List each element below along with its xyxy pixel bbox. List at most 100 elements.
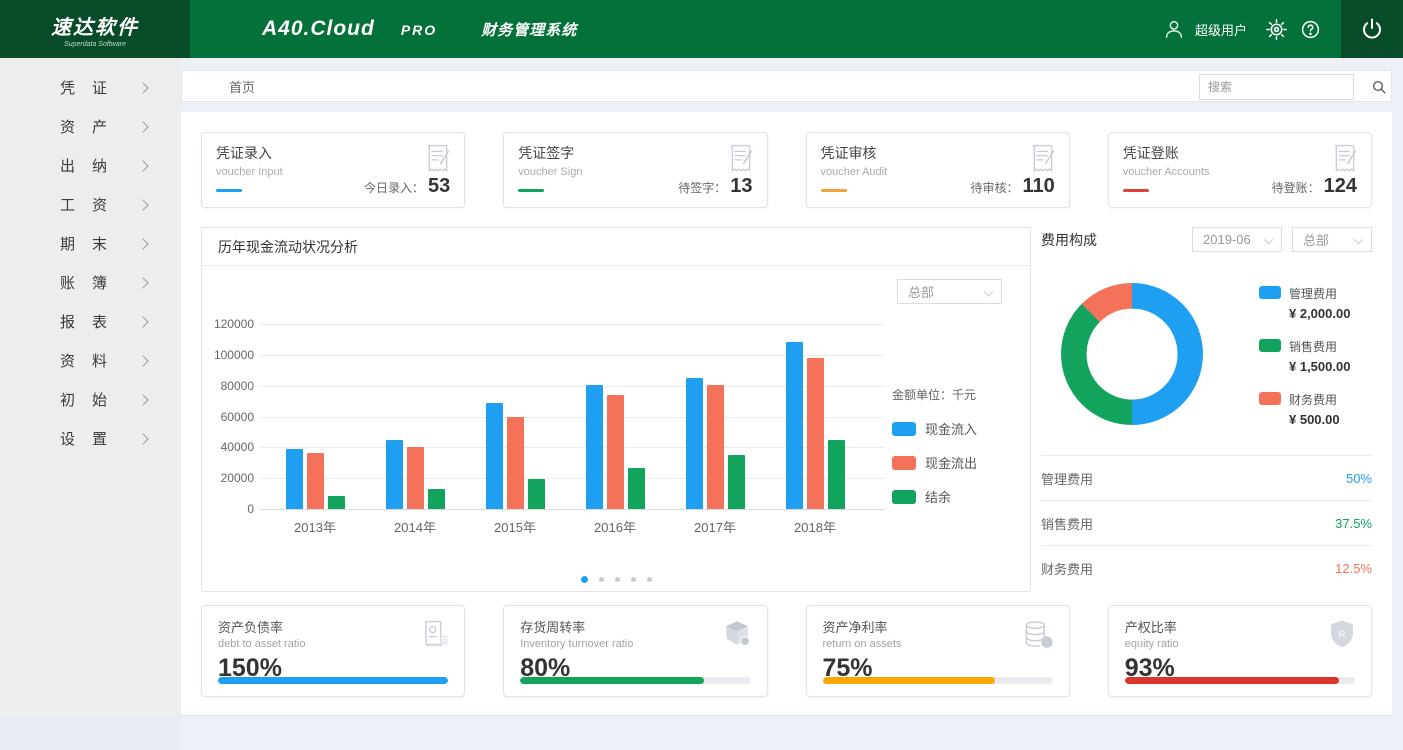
chevron-right-icon	[137, 121, 148, 132]
y-axis-tick: 80000	[206, 379, 254, 393]
carousel-dot-5[interactable]	[647, 577, 652, 582]
middle-row: 历年现金流动状况分析 总部 02000040000600008000010000…	[201, 227, 1372, 592]
bar-group-2017年	[665, 324, 765, 509]
sidebar-item-资料[interactable]: 资 料	[0, 341, 181, 380]
bar-结余	[828, 440, 845, 509]
legend-swatch	[892, 422, 916, 436]
product-name: A40.Cloud	[262, 17, 375, 41]
voucher-card-stat-label: 今日录入：	[364, 179, 424, 196]
search-input[interactable]	[1200, 80, 1371, 94]
bar-现金流出	[807, 358, 824, 509]
voucher-cards-row: 凭证录入 voucher Input 今日录入： 53 凭证签字 voucher…	[201, 132, 1372, 208]
sidebar-item-资产[interactable]: 资 产	[0, 107, 181, 146]
donut-legend-item-销售费用: 销售费用 ¥ 1,500.00	[1259, 338, 1350, 374]
header-actions: 超级用户	[1157, 0, 1403, 58]
y-axis-tick: 40000	[206, 440, 254, 454]
product-edition: PRO	[401, 22, 437, 38]
ratio-card[interactable]: 存货周转率 Inventory turnover ratio 80%	[503, 605, 767, 697]
carousel-dot-1[interactable]	[581, 576, 588, 583]
ratio-card-subtitle: Inventory turnover ratio	[520, 638, 750, 650]
y-axis-tick: 20000	[206, 471, 254, 485]
expense-header: 费用构成 2019-06 总部	[1041, 227, 1372, 252]
sidebar-item-报表[interactable]: 报 表	[0, 302, 181, 341]
user-icon[interactable]	[1157, 0, 1191, 58]
legend-item-结余[interactable]: 结余	[892, 487, 1008, 506]
expense-month-value: 2019-06	[1203, 232, 1251, 247]
voucher-card-accent	[1123, 189, 1149, 192]
carousel-dot-3[interactable]	[615, 577, 620, 582]
chart-org-dropdown[interactable]: 总部	[897, 279, 1002, 304]
legend-item-现金流出[interactable]: 现金流出	[892, 453, 1008, 472]
y-axis-tick: 120000	[206, 317, 254, 331]
chevron-right-icon	[137, 82, 148, 93]
sidebar-item-工资[interactable]: 工 资	[0, 185, 181, 224]
voucher-card[interactable]: 凭证录入 voucher Input 今日录入： 53	[201, 132, 465, 208]
grid-line	[260, 509, 885, 510]
voucher-card[interactable]: 凭证登账 voucher Accounts 待登账： 124	[1108, 132, 1372, 208]
voucher-card[interactable]: 凭证审核 voucher Audit 待审核： 110	[806, 132, 1070, 208]
logo[interactable]: 速达软件 Superdata Software	[0, 0, 190, 58]
breadcrumb[interactable]: 首页	[229, 77, 255, 96]
bar-现金流入	[686, 378, 703, 509]
chevron-right-icon	[137, 316, 148, 327]
donut-legend-name: 财务费用	[1289, 391, 1340, 408]
logo-subtitle: Superdata Software	[64, 41, 126, 48]
donut-legend-amount: ¥ 500.00	[1289, 412, 1340, 427]
ratio-card-subtitle: return on assets	[823, 638, 1053, 650]
unit-note: 金额单位：千元	[892, 386, 1008, 403]
ratio-card[interactable]: 产权比率 equity ratio 93% R	[1108, 605, 1372, 697]
ratio-card-title: 资产净利率	[823, 617, 1053, 636]
bar-现金流入	[386, 440, 403, 509]
carousel-dot-4[interactable]	[631, 577, 636, 582]
cash-flow-chart-panel: 历年现金流动状况分析 总部 02000040000600008000010000…	[201, 227, 1031, 592]
ratio-progress-fill	[1125, 677, 1339, 684]
bar-结余	[728, 455, 745, 509]
bar-结余	[428, 489, 445, 509]
ratio-card-title: 产权比率	[1125, 617, 1355, 636]
legend-swatch	[892, 456, 916, 470]
expense-org-dropdown[interactable]: 总部	[1292, 227, 1372, 252]
bar-现金流出	[707, 385, 724, 509]
sidebar-item-初始[interactable]: 初 始	[0, 380, 181, 419]
x-axis-labels: 2013年2014年2015年2016年2017年2018年	[265, 517, 865, 536]
username[interactable]: 超级用户	[1195, 20, 1247, 39]
bar-现金流入	[586, 385, 603, 509]
donut-legend-name: 销售费用	[1289, 338, 1350, 355]
chevron-right-icon	[137, 355, 148, 366]
gear-icon[interactable]	[1259, 0, 1293, 58]
ratio-progress-track	[823, 677, 1053, 684]
expense-list: 管理费用50%销售费用37.5%财务费用12.5%	[1041, 455, 1372, 590]
carousel-dot-2[interactable]	[599, 577, 604, 582]
ratio-card-title: 资产负债率	[218, 617, 448, 636]
x-axis-label: 2016年	[565, 517, 665, 536]
voucher-card[interactable]: 凭证签字 voucher Sign 待签字： 13	[503, 132, 767, 208]
sidebar-item-期末[interactable]: 期 末	[0, 224, 181, 263]
donut-legend-amount: ¥ 2,000.00	[1289, 306, 1350, 321]
donut-legend-amount: ¥ 1,500.00	[1289, 359, 1350, 374]
receipt-icon	[418, 618, 450, 655]
app-header: 速达软件 Superdata Software A40.Cloud PRO 财务…	[0, 0, 1403, 58]
sidebar-item-账簿[interactable]: 账 簿	[0, 263, 181, 302]
sidebar-item-凭证[interactable]: 凭 证	[0, 68, 181, 107]
expense-donut-chart	[1061, 283, 1203, 425]
sidebar: 凭 证 资 产 出 纳 工 资 期 末 账 簿 报 表 资 料 初 始 设 置	[0, 58, 181, 716]
expense-row-label: 管理费用	[1041, 469, 1093, 488]
ratio-card-subtitle: debt to asset ratio	[218, 638, 448, 650]
search-icon[interactable]	[1371, 79, 1387, 95]
donut-legend: 管理费用¥ 2,000.00销售费用¥ 1,500.00财务费用¥ 500.00	[1259, 285, 1350, 444]
svg-text:R: R	[1338, 629, 1346, 640]
chevron-right-icon	[137, 277, 148, 288]
ratio-card[interactable]: 资产负债率 debt to asset ratio 150%	[201, 605, 465, 697]
expense-month-dropdown[interactable]: 2019-06	[1192, 227, 1282, 252]
shield-icon: R	[1327, 618, 1357, 655]
voucher-card-accent	[821, 189, 847, 192]
sidebar-item-设置[interactable]: 设 置	[0, 419, 181, 458]
voucher-card-stat-label: 待审核：	[970, 179, 1018, 196]
help-icon[interactable]	[1293, 0, 1327, 58]
sidebar-item-出纳[interactable]: 出 纳	[0, 146, 181, 185]
donut-legend-swatch	[1259, 339, 1281, 352]
power-icon[interactable]	[1341, 0, 1403, 58]
ratio-card[interactable]: 资产净利率 return on assets 75% ¥	[806, 605, 1070, 697]
legend-label: 现金流入	[925, 419, 977, 438]
legend-item-现金流入[interactable]: 现金流入	[892, 419, 1008, 438]
